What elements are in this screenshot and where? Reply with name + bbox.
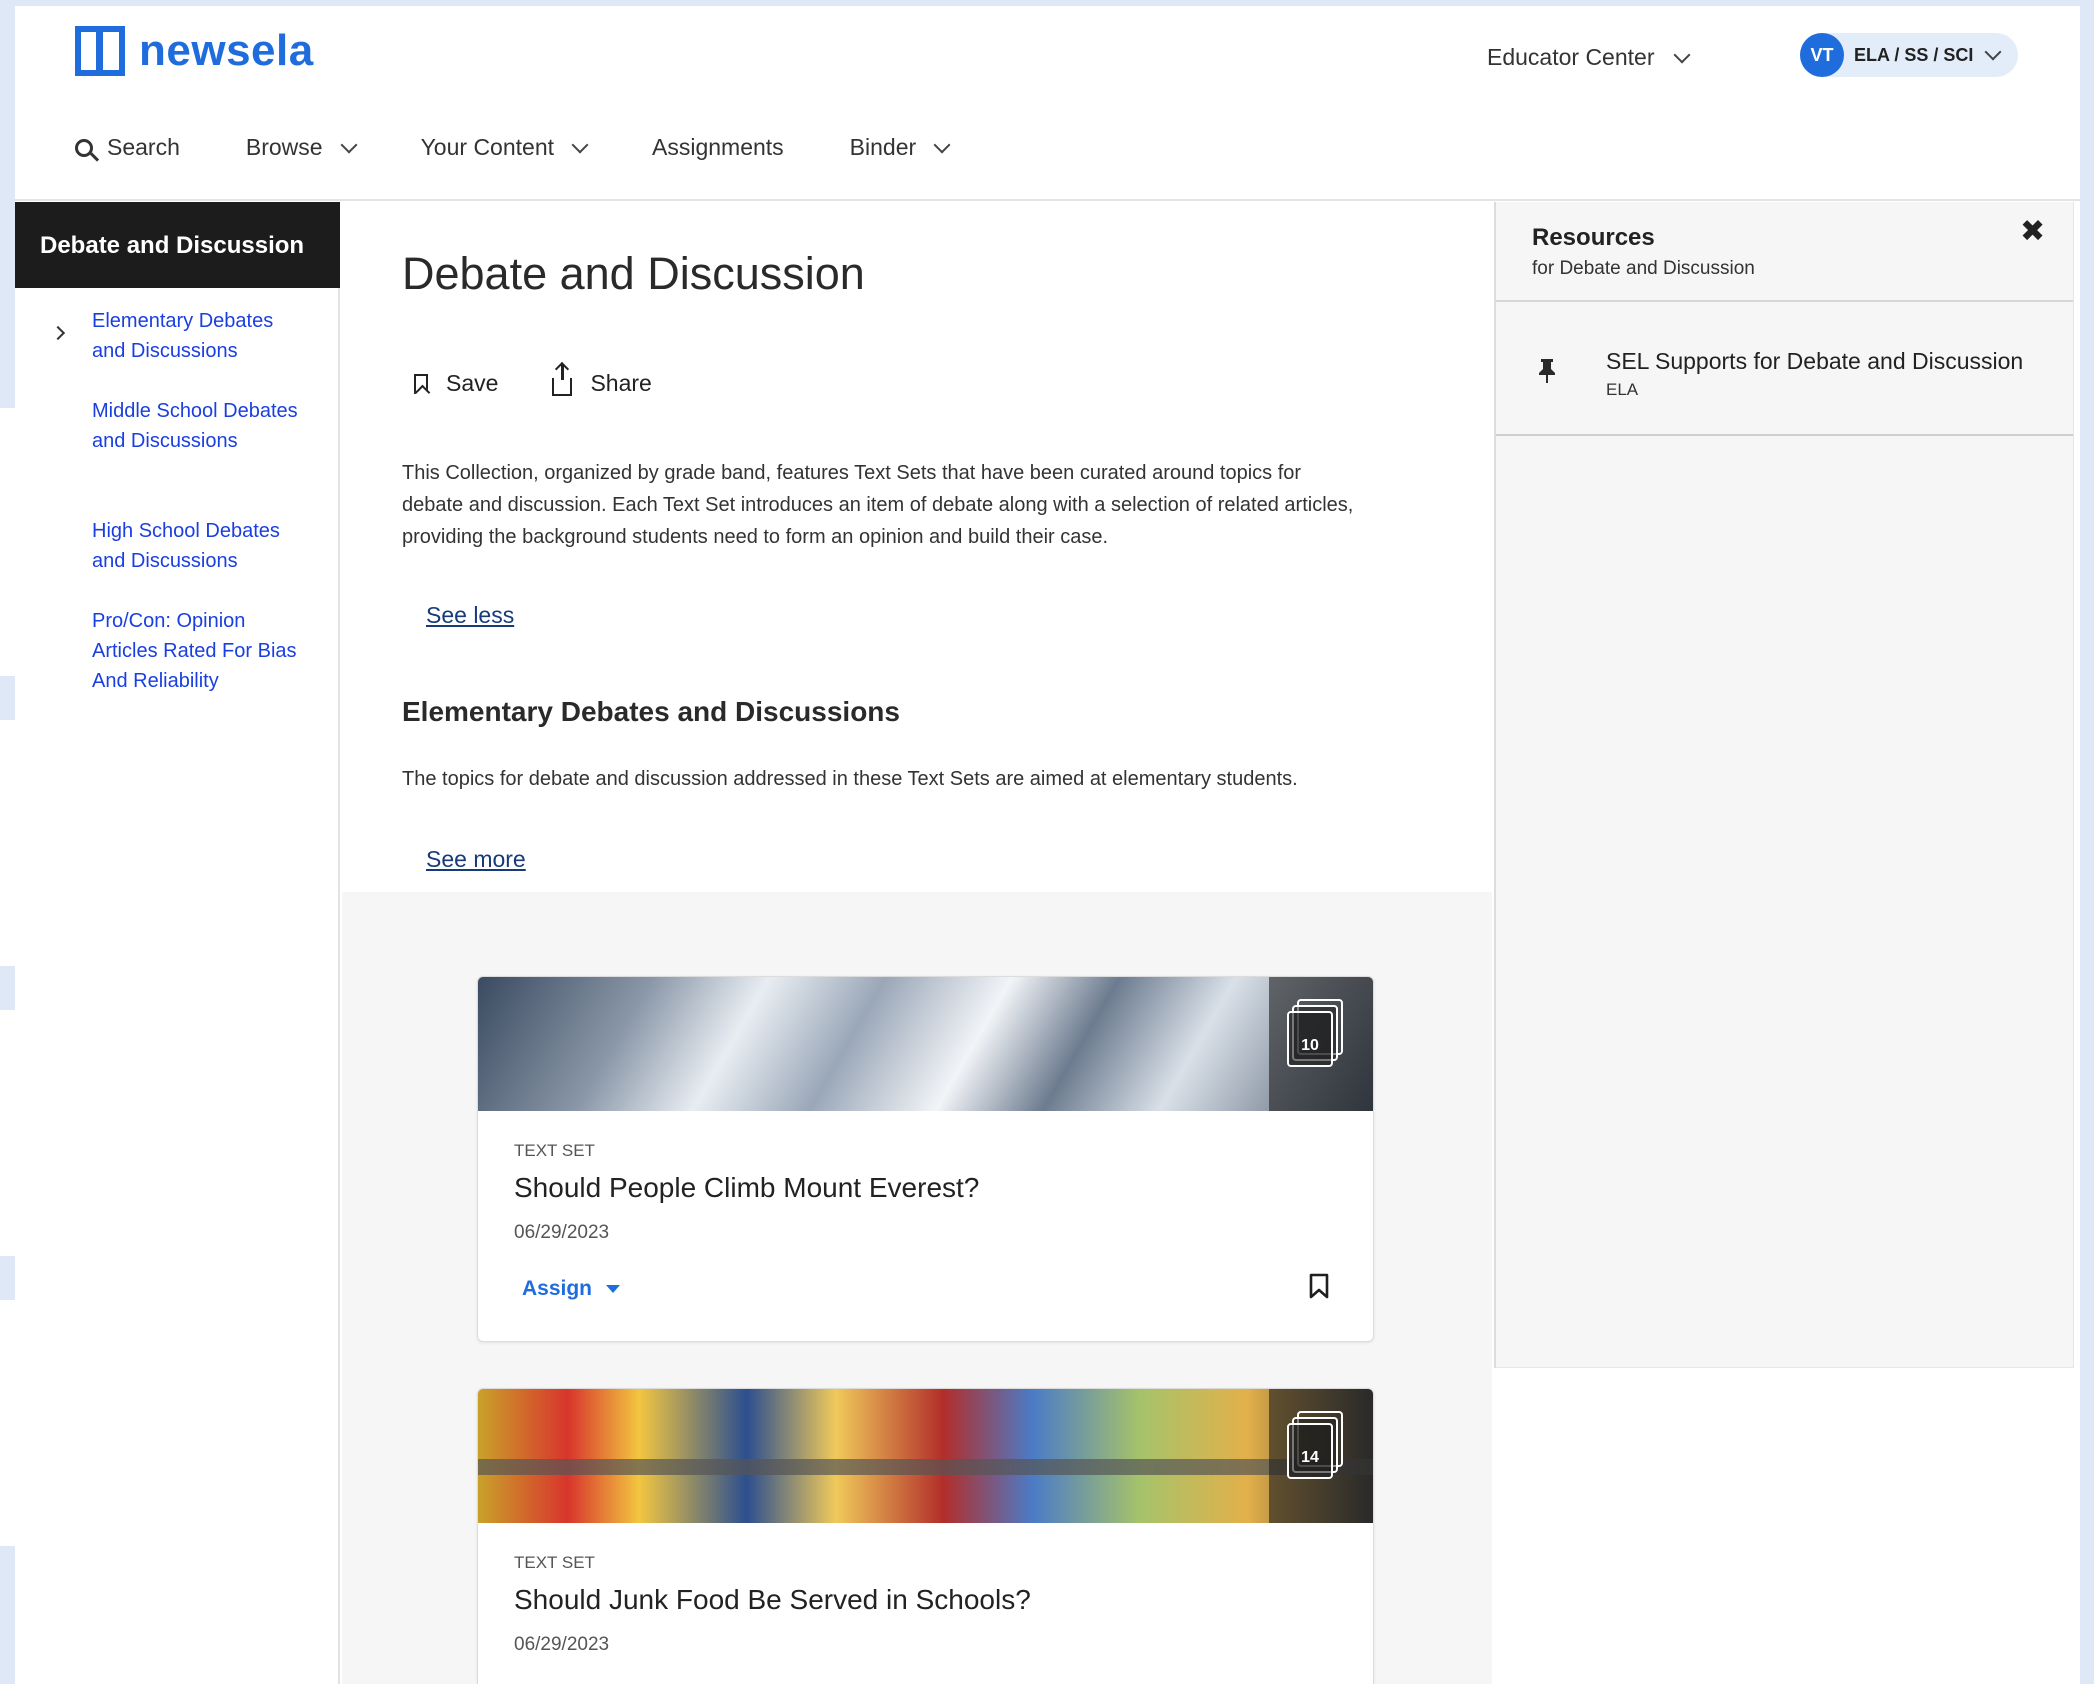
top-header: newsela Educator Center VT ELA / SS / SC… xyxy=(15,6,2080,201)
main-content: Debate and Discussion Save Share This Co… xyxy=(342,202,1492,1684)
resource-subject: ELA xyxy=(1606,380,1639,399)
card-image: 10 xyxy=(478,977,1373,1111)
card-type: TEXT SET xyxy=(514,1141,595,1160)
card-image: 14 xyxy=(478,1389,1373,1523)
resources-header: Resources for Debate and Discussion ✖ xyxy=(1496,202,2073,302)
educator-center-menu[interactable]: Educator Center xyxy=(1487,44,1691,71)
nav-browse-label: Browse xyxy=(245,134,323,160)
resources-subtitle: for Debate and Discussion xyxy=(1532,258,1755,279)
brand-name: newsela xyxy=(139,26,314,75)
save-button[interactable]: Save xyxy=(414,370,498,397)
nav-binder[interactable]: Binder xyxy=(849,134,951,161)
card-title[interactable]: Should Junk Food Be Served in Schools? xyxy=(514,1584,1031,1616)
user-menu[interactable]: VT ELA / SS / SCI xyxy=(1800,33,2018,77)
collection-actions: Save Share xyxy=(414,363,652,397)
section-heading: Elementary Debates and Discussions xyxy=(402,696,900,727)
resource-title: SEL Supports for Debate and Discussion xyxy=(1606,348,2024,374)
chevron-down-icon xyxy=(340,136,358,153)
pin-icon xyxy=(1539,359,1555,383)
sidebar-item-pro-con[interactable]: Pro/Con: Opinion Articles Rated For Bias… xyxy=(92,606,312,696)
nav-your-content[interactable]: Your Content xyxy=(420,134,589,161)
collection-sidebar: Debate and Discussion Elementary Debates… xyxy=(15,202,340,1684)
chevron-down-icon xyxy=(1984,43,2002,61)
resources-panel: Resources for Debate and Discussion ✖ SE… xyxy=(1494,202,2074,1368)
card-date: 06/29/2023 xyxy=(514,1222,610,1243)
see-more-link[interactable]: See more xyxy=(426,846,526,873)
nav-search[interactable]: Search xyxy=(75,134,180,161)
nav-binder-label: Binder xyxy=(849,134,917,160)
article-count: 14 xyxy=(1301,1449,1319,1466)
nav-search-label: Search xyxy=(107,134,180,160)
sidebar-heading: Debate and Discussion xyxy=(15,202,340,288)
chevron-down-icon xyxy=(933,136,951,153)
card-date: 06/29/2023 xyxy=(514,1634,610,1655)
newsela-logo-icon xyxy=(75,26,125,76)
see-less-link[interactable]: See less xyxy=(426,602,514,629)
nav-assignments[interactable]: Assignments xyxy=(652,134,784,161)
resources-title: Resources xyxy=(1532,224,1655,251)
nav-your-content-label: Your Content xyxy=(420,134,554,160)
chevron-down-icon xyxy=(1673,46,1691,63)
section-description: The topics for debate and discussion add… xyxy=(402,768,1298,790)
search-icon xyxy=(75,138,93,157)
sidebar-item-elementary[interactable]: Elementary Debates and Discussions xyxy=(92,306,312,366)
caret-down-icon xyxy=(606,1285,621,1293)
sidebar-item-high-school[interactable]: High School Debates and Discussions xyxy=(92,516,312,576)
close-icon[interactable]: ✖ xyxy=(2020,214,2045,249)
bookmark-icon[interactable] xyxy=(1309,1273,1329,1299)
avatar: VT xyxy=(1800,33,1844,77)
text-set-card[interactable]: 14 TEXT SET Should Junk Food Be Served i… xyxy=(477,1388,1374,1684)
page-title: Debate and Discussion xyxy=(402,248,865,299)
vending-shelf xyxy=(478,1459,1373,1475)
article-count-badge: 14 xyxy=(1269,1389,1373,1523)
sidebar-item-middle-school[interactable]: Middle School Debates and Discussions xyxy=(92,396,312,456)
share-icon xyxy=(552,363,573,396)
assign-button[interactable]: Assign xyxy=(522,1277,621,1301)
collection-description: This Collection, organized by grade band… xyxy=(402,462,1354,548)
assign-label: Assign xyxy=(522,1277,593,1300)
educator-center-label: Educator Center xyxy=(1487,44,1655,70)
resource-item[interactable]: SEL Supports for Debate and Discussion E… xyxy=(1496,302,2073,436)
text-set-card[interactable]: 10 TEXT SET Should People Climb Mount Ev… xyxy=(477,976,1374,1342)
article-count: 10 xyxy=(1301,1037,1319,1054)
main-nav: Search Browse Your Content Assignments B… xyxy=(75,134,1014,161)
bookmark-icon xyxy=(414,373,428,394)
chevron-right-icon[interactable] xyxy=(50,325,66,341)
app-window: newsela Educator Center VT ELA / SS / SC… xyxy=(15,6,2080,1684)
share-label: Share xyxy=(590,370,652,396)
article-count-badge: 10 xyxy=(1269,977,1373,1111)
share-button[interactable]: Share xyxy=(552,363,652,397)
newsela-logo[interactable]: newsela xyxy=(75,26,314,76)
nav-browse[interactable]: Browse xyxy=(245,134,358,161)
nav-assignments-label: Assignments xyxy=(652,134,784,160)
card-type: TEXT SET xyxy=(514,1553,595,1572)
chevron-down-icon xyxy=(571,136,589,153)
user-subjects: ELA / SS / SCI xyxy=(1854,44,1974,65)
save-label: Save xyxy=(446,370,499,396)
card-title[interactable]: Should People Climb Mount Everest? xyxy=(514,1172,979,1204)
collection-intro: Debate and Discussion Save Share This Co… xyxy=(342,202,1492,892)
